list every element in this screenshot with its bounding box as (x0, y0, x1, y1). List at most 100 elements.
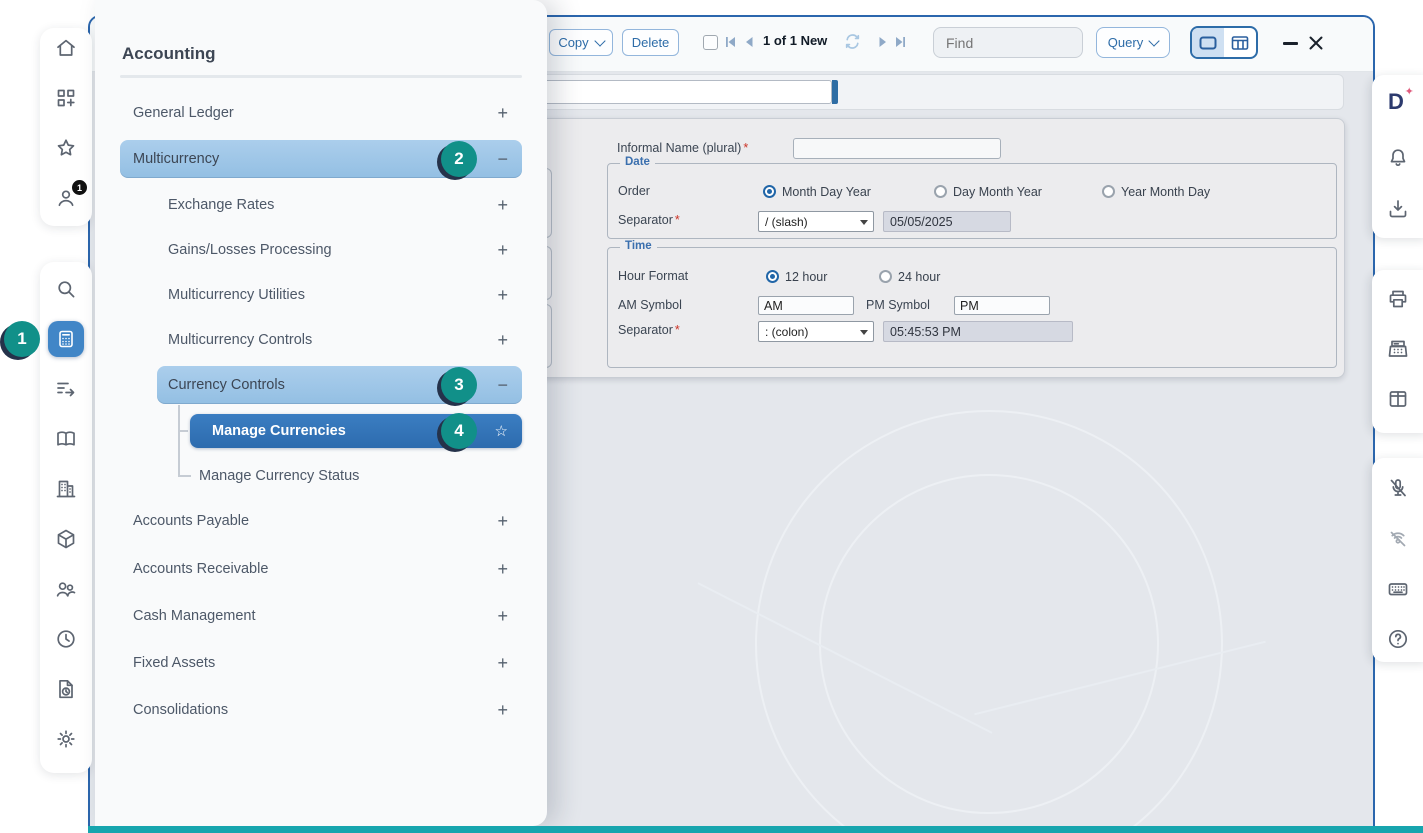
refresh-icon[interactable] (843, 32, 862, 56)
expand-icon[interactable]: + (497, 607, 508, 625)
hour-24-radio[interactable] (879, 270, 892, 283)
step-badge-1: 1 (4, 321, 40, 357)
collapse-icon[interactable]: − (497, 376, 508, 394)
order-label: Order (618, 184, 650, 198)
table-view-icon (1230, 35, 1250, 51)
date-separator-value: / (slash) (765, 215, 808, 229)
register-icon[interactable] (1386, 337, 1410, 361)
tree-connector (178, 430, 188, 432)
help-icon[interactable] (1386, 627, 1410, 651)
am-symbol-label: AM Symbol (618, 298, 682, 312)
favorites-icon[interactable] (54, 136, 78, 160)
hour-format-label: Hour Format (618, 269, 688, 283)
menu-item-cash-management[interactable]: Cash Management+ (120, 597, 522, 635)
divider (120, 75, 522, 78)
journals-icon[interactable] (54, 427, 78, 451)
informal-name-input[interactable] (793, 138, 1001, 159)
delete-button-label: Delete (632, 35, 670, 50)
date-fieldset: Date Order Month Day Year Day Month Year… (607, 163, 1337, 239)
hour-12-radio[interactable] (766, 270, 779, 283)
close-button[interactable] (1306, 33, 1326, 53)
pm-symbol-input[interactable] (954, 296, 1050, 315)
expand-icon[interactable]: + (497, 654, 508, 672)
search-icon[interactable] (54, 277, 78, 301)
people-icon[interactable] (54, 577, 78, 601)
menu-item-gains-losses-processing[interactable]: Gains/Losses Processing+ (120, 231, 522, 269)
required-marker: * (675, 323, 680, 337)
expand-icon[interactable]: + (497, 104, 508, 122)
record-indicator: 1 of 1 New (763, 33, 827, 48)
order-month-day-year-radio[interactable] (763, 185, 776, 198)
expand-icon[interactable]: + (497, 331, 508, 349)
query-button-label: Query (1108, 35, 1143, 50)
expand-icon[interactable]: + (497, 286, 508, 304)
required-marker: * (675, 213, 680, 227)
previous-record-icon[interactable] (742, 35, 756, 49)
delete-button[interactable]: Delete (622, 29, 679, 56)
menu-item-multicurrency-utilities[interactable]: Multicurrency Utilities+ (120, 276, 522, 314)
chevron-down-icon (1149, 35, 1160, 46)
expand-icon[interactable]: + (497, 196, 508, 214)
record-select-checkbox[interactable] (703, 35, 718, 50)
last-record-icon[interactable] (894, 35, 908, 49)
dropdown-arrow-icon (860, 220, 868, 225)
menu-item-exchange-rates[interactable]: Exchange Rates+ (120, 186, 522, 224)
tree-connector (178, 405, 180, 476)
menu-item-multicurrency-controls[interactable]: Multicurrency Controls+ (120, 321, 522, 359)
informal-name-label: Informal Name (plural)* (617, 141, 748, 155)
keyboard-icon[interactable] (1386, 577, 1410, 601)
am-symbol-input[interactable] (758, 296, 854, 315)
bottom-accent-bar (88, 826, 1423, 833)
notifications-icon[interactable] (1386, 146, 1410, 170)
copy-button[interactable]: Copy (549, 29, 613, 56)
date-separator-label: Separator* (618, 213, 680, 227)
time-separator-select[interactable]: : (colon) (758, 321, 874, 342)
time-fieldset: Time Hour Format 12 hour 24 hour AM Symb… (607, 247, 1337, 368)
order-option-label[interactable]: Month Day Year (782, 185, 871, 199)
mic-off-icon[interactable] (1386, 476, 1410, 500)
screen: Copy Delete 1 of 1 New Query (0, 0, 1423, 833)
form-view-button[interactable] (1192, 28, 1224, 57)
date-legend: Date (620, 156, 655, 168)
expand-icon[interactable]: + (497, 512, 508, 530)
columns-icon[interactable] (1386, 387, 1410, 411)
profile-notification-badge: 1 (72, 180, 87, 195)
table-view-button[interactable] (1224, 28, 1256, 57)
transactions-icon[interactable] (54, 377, 78, 401)
menu-item-consolidations[interactable]: Consolidations+ (120, 691, 522, 729)
inventory-icon[interactable] (54, 527, 78, 551)
brand-logo: D✦ (1388, 91, 1404, 114)
time-icon[interactable] (54, 627, 78, 651)
order-day-month-year-radio[interactable] (934, 185, 947, 198)
favorite-star-icon[interactable]: ☆ (495, 424, 508, 439)
menu-item-accounts-receivable[interactable]: Accounts Receivable+ (120, 550, 522, 588)
first-record-icon[interactable] (723, 35, 737, 49)
print-icon[interactable] (1386, 287, 1410, 311)
company-icon[interactable] (54, 477, 78, 501)
collapse-icon[interactable]: − (497, 150, 508, 168)
broadcast-off-icon[interactable] (1386, 527, 1410, 551)
menu-item-general-ledger[interactable]: General Ledger+ (120, 94, 522, 132)
find-input[interactable] (933, 27, 1083, 58)
calculator-icon[interactable] (48, 321, 84, 357)
order-option-label[interactable]: Day Month Year (953, 185, 1042, 199)
hour-option-label[interactable]: 12 hour (785, 270, 827, 284)
import-icon[interactable] (1386, 197, 1410, 221)
apps-icon[interactable] (54, 86, 78, 110)
hour-option-label[interactable]: 24 hour (898, 270, 940, 284)
order-year-month-day-radio[interactable] (1102, 185, 1115, 198)
query-button[interactable]: Query (1096, 27, 1170, 58)
documents-icon[interactable] (54, 677, 78, 701)
settings-icon[interactable] (54, 727, 78, 751)
expand-icon[interactable]: + (497, 701, 508, 719)
order-option-label[interactable]: Year Month Day (1121, 185, 1210, 199)
next-record-icon[interactable] (876, 35, 890, 49)
expand-icon[interactable]: + (497, 241, 508, 259)
menu-item-fixed-assets[interactable]: Fixed Assets+ (120, 644, 522, 682)
home-icon[interactable] (54, 36, 78, 60)
menu-item-manage-currency-status[interactable]: Manage Currency Status (190, 457, 522, 495)
date-separator-select[interactable]: / (slash) (758, 211, 874, 232)
minimize-button[interactable] (1281, 34, 1299, 52)
expand-icon[interactable]: + (497, 560, 508, 578)
menu-item-accounts-payable[interactable]: Accounts Payable+ (120, 502, 522, 540)
